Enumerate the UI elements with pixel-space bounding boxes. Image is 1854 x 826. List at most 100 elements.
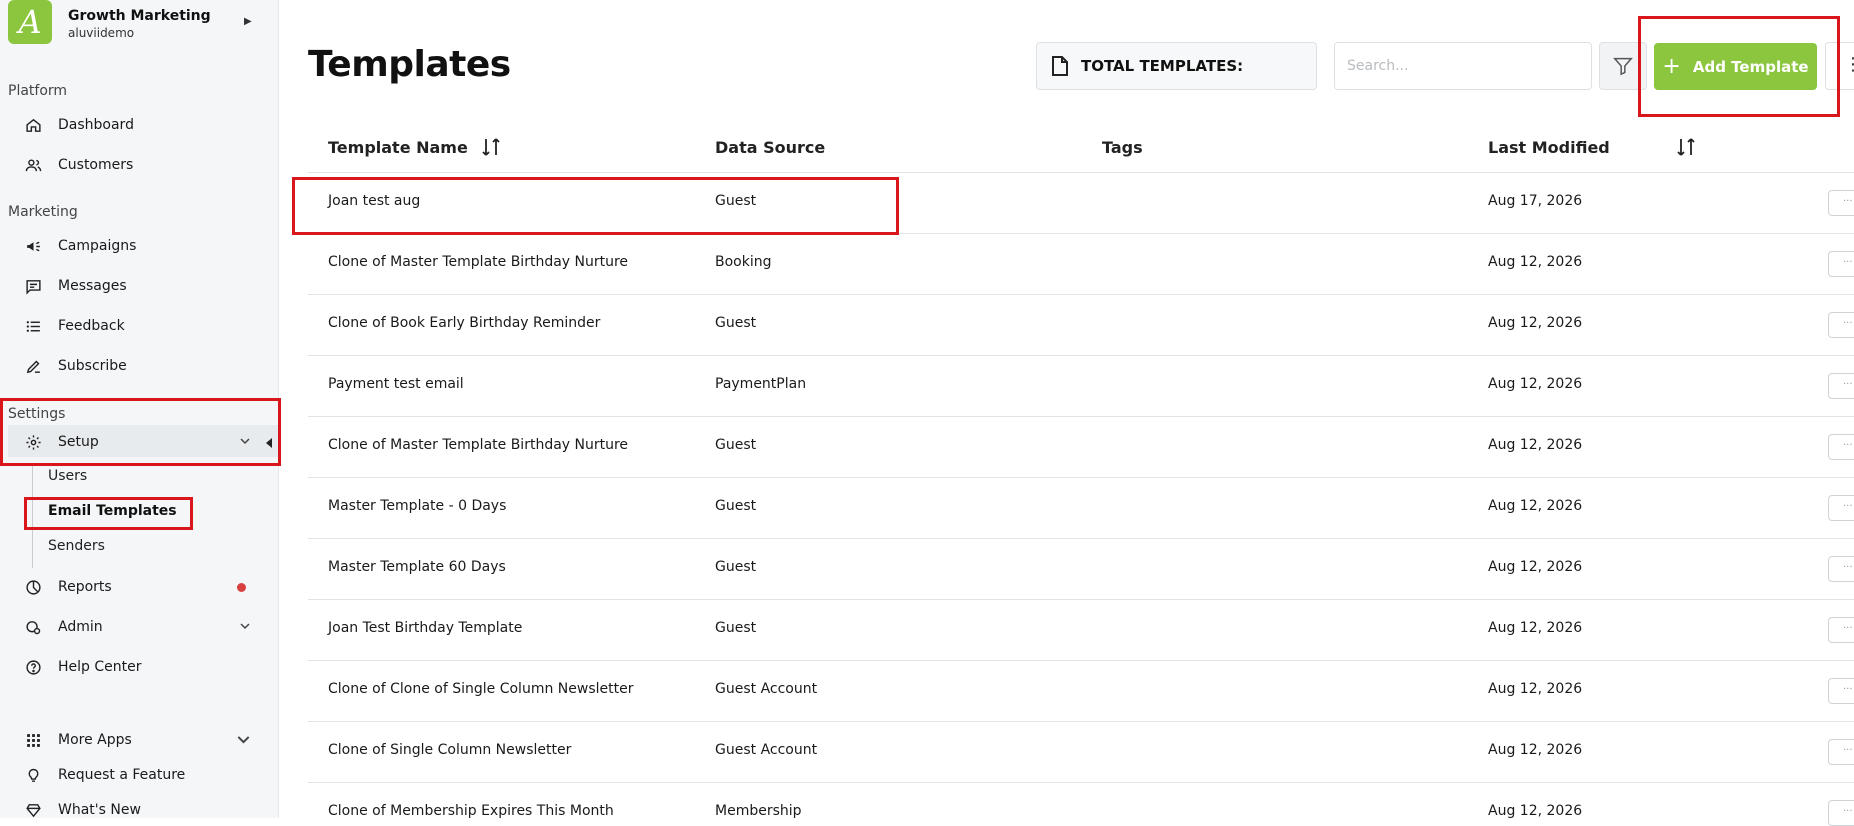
section-marketing: Marketing	[8, 204, 78, 220]
sidebar-item-label: Feedback	[58, 318, 125, 334]
table-header: Template Name Data Source Tags Last Modi…	[308, 128, 1854, 173]
sidebar-subitem-senders[interactable]: Senders	[48, 538, 105, 554]
cell-last-modified: Aug 12, 2026	[1488, 742, 1583, 758]
cell-template-name[interactable]: Clone of Master Template Birthday Nurtur…	[328, 254, 628, 270]
row-actions-button[interactable]: ···	[1828, 373, 1854, 399]
cell-template-name[interactable]: Clone of Membership Expires This Month	[328, 803, 614, 819]
sidebar-item-customers[interactable]: Customers	[24, 151, 258, 179]
cell-last-modified: Aug 12, 2026	[1488, 254, 1583, 270]
cell-template-name[interactable]: Joan test aug	[328, 193, 420, 209]
row-actions-button[interactable]: ···	[1828, 251, 1854, 277]
table-row[interactable]: Master Template 60 Days Guest Aug 12, 20…	[308, 539, 1854, 600]
users-icon	[24, 156, 42, 174]
table-row[interactable]: Payment test email PaymentPlan Aug 12, 2…	[308, 356, 1854, 417]
sidebar-item-label: Dashboard	[58, 117, 134, 133]
cell-template-name[interactable]: Clone of Single Column Newsletter	[328, 742, 571, 758]
sidebar-item-label: Campaigns	[58, 238, 137, 254]
row-actions-button[interactable]: ···	[1828, 678, 1854, 704]
total-templates-label: TOTAL TEMPLATES:	[1081, 57, 1244, 75]
table-row[interactable]: Clone of Master Template Birthday Nurtur…	[308, 417, 1854, 478]
gem-icon	[24, 801, 42, 818]
table-row[interactable]: Joan Test Birthday Template Guest Aug 12…	[308, 600, 1854, 661]
cell-template-name[interactable]: Clone of Book Early Birthday Reminder	[328, 315, 600, 331]
sidebar-item-more-apps[interactable]: More Apps	[24, 726, 258, 754]
cell-template-name[interactable]: Payment test email	[328, 376, 464, 392]
row-actions-button[interactable]: ···	[1828, 312, 1854, 338]
table-row[interactable]: Clone of Clone of Single Column Newslett…	[308, 661, 1854, 722]
sidebar-item-help-center[interactable]: Help Center	[24, 653, 258, 681]
cell-data-source: Guest	[715, 193, 757, 209]
sort-icon[interactable]	[480, 136, 502, 158]
sidebar-item-label: Messages	[58, 278, 127, 294]
column-header-tags[interactable]: Tags	[1102, 138, 1143, 157]
sidebar-item-whats-new[interactable]: What's New	[24, 796, 258, 818]
cell-last-modified: Aug 12, 2026	[1488, 559, 1583, 575]
cell-template-name[interactable]: Clone of Master Template Birthday Nurtur…	[328, 437, 628, 453]
cell-template-name[interactable]: Clone of Clone of Single Column Newslett…	[328, 681, 633, 697]
sidebar-item-request-feature[interactable]: Request a Feature	[24, 761, 258, 789]
sidebar-scroll: A Growth Marketing aluviidemo ▶ Platform…	[0, 0, 278, 818]
row-actions-button[interactable]: ···	[1828, 739, 1854, 765]
cell-last-modified: Aug 12, 2026	[1488, 437, 1583, 453]
table-row[interactable]: Clone of Book Early Birthday Reminder Gu…	[308, 295, 1854, 356]
row-actions-button[interactable]: ···	[1828, 434, 1854, 460]
org-subdomain: aluviidemo	[68, 26, 135, 40]
sidebar-item-subscribe[interactable]: Subscribe	[24, 352, 258, 380]
sidebar-subitem-users[interactable]: Users	[48, 468, 87, 484]
file-icon	[1052, 56, 1068, 76]
filter-icon	[1613, 57, 1633, 76]
cell-data-source: Guest	[715, 620, 757, 636]
sidebar-item-admin[interactable]: Admin	[24, 613, 258, 641]
caret-right-icon: ▶	[244, 16, 252, 27]
table-row[interactable]: Clone of Master Template Birthday Nurtur…	[308, 234, 1854, 295]
table-row[interactable]: Joan test aug Guest Aug 17, 2026 ···	[308, 173, 1854, 234]
sidebar-item-setup[interactable]: Setup	[24, 428, 258, 456]
cell-data-source: Booking	[715, 254, 772, 270]
cell-last-modified: Aug 17, 2026	[1488, 193, 1583, 209]
sidebar-item-label: Request a Feature	[58, 767, 186, 783]
chevron-down-icon	[237, 736, 250, 744]
brand-logo: A	[8, 0, 52, 44]
cell-data-source: Guest	[715, 437, 757, 453]
sidebar-item-label: Customers	[58, 157, 134, 173]
sidebar-item-label: Admin	[58, 619, 103, 635]
row-actions-button[interactable]: ···	[1828, 556, 1854, 582]
collapse-sidebar-handle[interactable]	[266, 438, 272, 448]
sidebar-item-label: What's New	[58, 802, 141, 818]
cell-template-name[interactable]: Joan Test Birthday Template	[328, 620, 522, 636]
message-icon	[24, 277, 42, 295]
cell-last-modified: Aug 12, 2026	[1488, 315, 1583, 331]
feedback-icon	[24, 317, 42, 335]
search-input[interactable]	[1334, 42, 1592, 90]
sidebar-item-campaigns[interactable]: Campaigns	[24, 232, 258, 260]
table-row[interactable]: Clone of Membership Expires This Month M…	[308, 783, 1854, 826]
filter-button[interactable]	[1599, 42, 1647, 90]
sidebar-item-label: Help Center	[58, 659, 142, 675]
table-row[interactable]: Master Template - 0 Days Guest Aug 12, 2…	[308, 478, 1854, 539]
org-switcher[interactable]: A Growth Marketing aluviidemo ▶	[8, 0, 270, 46]
chevron-down-icon	[240, 623, 250, 630]
cell-data-source: PaymentPlan	[715, 376, 807, 392]
sidebar-item-messages[interactable]: Messages	[24, 272, 258, 300]
table-row[interactable]: Clone of Single Column Newsletter Guest …	[308, 722, 1854, 783]
sidebar-item-label: Reports	[58, 579, 112, 595]
grid-icon	[24, 731, 42, 749]
pencil-icon	[24, 357, 42, 375]
cell-template-name[interactable]: Master Template 60 Days	[328, 559, 506, 575]
sidebar-subitem-email-templates[interactable]: Email Templates	[48, 503, 177, 519]
column-header-template-name[interactable]: Template Name	[328, 138, 468, 157]
row-actions-button[interactable]: ···	[1828, 617, 1854, 643]
column-header-data-source[interactable]: Data Source	[715, 138, 825, 157]
sidebar-item-dashboard[interactable]: Dashboard	[24, 111, 258, 139]
more-options-button[interactable]: ⋮	[1825, 42, 1854, 90]
row-actions-button[interactable]: ···	[1828, 190, 1854, 216]
add-template-button[interactable]: + Add Template	[1654, 43, 1817, 90]
pie-icon	[24, 578, 42, 596]
row-actions-button[interactable]: ···	[1828, 495, 1854, 521]
cell-template-name[interactable]: Master Template - 0 Days	[328, 498, 506, 514]
sidebar-item-feedback[interactable]: Feedback	[24, 312, 258, 340]
column-header-last-modified[interactable]: Last Modified	[1488, 138, 1610, 157]
sidebar-item-reports[interactable]: Reports	[24, 573, 258, 601]
row-actions-button[interactable]: ···	[1828, 800, 1854, 826]
sort-icon[interactable]	[1675, 136, 1697, 158]
